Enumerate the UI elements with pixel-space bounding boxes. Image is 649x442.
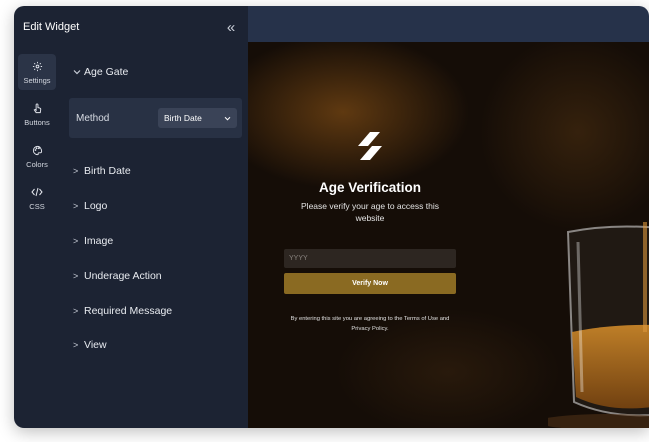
preview-top-bar [248, 6, 649, 42]
section-logo[interactable]: > Logo [69, 189, 242, 224]
section-required-message[interactable]: > Required Message [69, 293, 242, 328]
editor-title: Edit Widget [23, 21, 80, 33]
section-label: Underage Action [84, 269, 162, 282]
whiskey-glass-image [548, 222, 649, 428]
palette-icon [32, 143, 43, 157]
chevron-right-icon: > [73, 305, 79, 316]
app-window: Edit Widget « Settings Buttons Colors CS… [14, 6, 649, 428]
section-birth-date[interactable]: > Birth Date [69, 154, 242, 189]
section-label: View [84, 339, 107, 352]
section-label: Birth Date [84, 165, 131, 178]
tab-buttons-label: Buttons [24, 118, 50, 127]
tab-buttons[interactable]: Buttons [18, 96, 56, 132]
editor-tab-rail: Settings Buttons Colors CSS [14, 54, 60, 222]
tab-colors[interactable]: Colors [18, 138, 56, 174]
widget-preview: Age Verification Please verify your age … [248, 6, 649, 428]
section-age-gate-label: Age Gate [84, 66, 129, 78]
year-input[interactable] [284, 249, 456, 268]
editor-header: Edit Widget « [14, 6, 248, 48]
section-underage-action[interactable]: > Underage Action [69, 258, 242, 293]
age-gate-card: Age Verification Please verify your age … [284, 122, 456, 334]
chevron-right-icon: > [73, 166, 79, 177]
chevron-down-icon [224, 113, 231, 123]
section-label: Logo [84, 200, 108, 213]
section-label: Required Message [84, 304, 173, 317]
tab-settings[interactable]: Settings [18, 54, 56, 90]
gear-icon [32, 59, 43, 73]
chevron-down-icon [73, 66, 84, 78]
tab-css[interactable]: CSS [18, 180, 56, 216]
section-view[interactable]: > View [69, 328, 242, 363]
section-image[interactable]: > Image [69, 224, 242, 259]
tab-css-label: CSS [29, 202, 45, 211]
verify-now-button[interactable]: Verify Now [284, 273, 456, 294]
method-select[interactable]: Birth Date [158, 108, 237, 128]
chevron-right-icon: > [73, 270, 79, 281]
tab-colors-label: Colors [26, 160, 48, 169]
chevron-right-icon: > [73, 235, 79, 246]
brand-logo [284, 130, 456, 168]
pointer-icon [32, 101, 43, 115]
gate-title: Age Verification [318, 180, 422, 195]
chevron-right-icon: > [73, 201, 79, 212]
code-icon [31, 185, 43, 199]
section-list: > Birth Date > Logo > Image > Underage A… [69, 154, 242, 363]
gate-subtitle: Please verify your age to access this we… [301, 201, 439, 223]
edit-widget-panel: Edit Widget « Settings Buttons Colors CS… [14, 6, 248, 428]
tab-settings-label: Settings [23, 76, 51, 85]
disclaimer-text: By entering this site you are agreeing t… [290, 316, 450, 332]
method-label: Method [76, 112, 110, 124]
chevron-right-icon: > [73, 340, 79, 351]
method-select-value: Birth Date [164, 113, 202, 123]
settings-panel: Age Gate Method Birth Date > Birth Date … [69, 54, 242, 363]
method-row: Method Birth Date [69, 98, 242, 138]
section-label: Image [84, 234, 114, 247]
double-chevron-left-icon[interactable]: « [223, 20, 239, 35]
section-age-gate[interactable]: Age Gate [69, 54, 242, 90]
preview-background: Age Verification Please verify your age … [248, 42, 649, 428]
